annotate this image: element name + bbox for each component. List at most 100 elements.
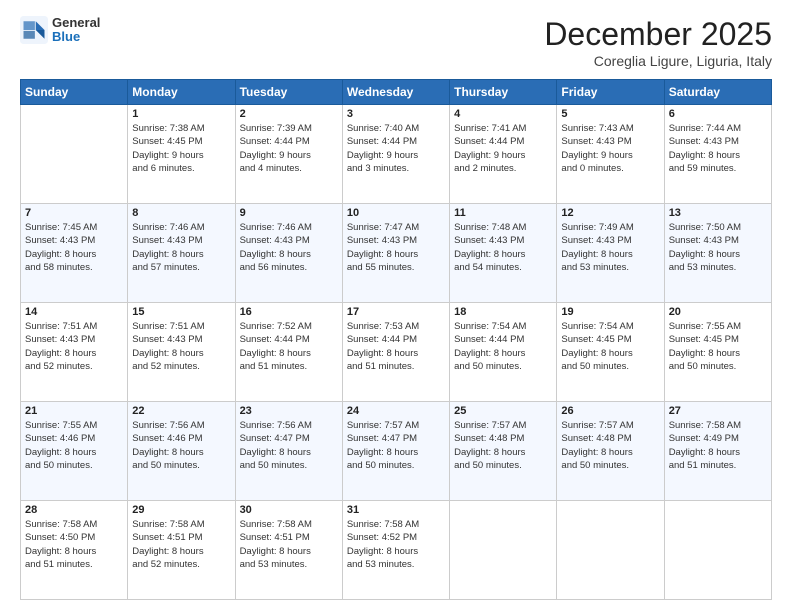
cell-info-line: Daylight: 8 hours <box>347 545 445 558</box>
cell-info-line: and 58 minutes. <box>25 261 123 274</box>
day-number: 26 <box>561 405 659 417</box>
cell-info-line: Sunrise: 7:57 AM <box>347 419 445 432</box>
cell-info-line: and 56 minutes. <box>240 261 338 274</box>
calendar-cell: 26 Sunrise: 7:57 AMSunset: 4:48 PMDayligh… <box>557 402 664 501</box>
cell-info-line: and 50 minutes. <box>132 459 230 472</box>
cell-info-line: Daylight: 8 hours <box>347 446 445 459</box>
cell-info-line: Sunset: 4:45 PM <box>132 135 230 148</box>
cell-info-line: Daylight: 8 hours <box>561 446 659 459</box>
cell-info-line: Sunset: 4:43 PM <box>240 234 338 247</box>
day-number: 3 <box>347 108 445 120</box>
cell-info-line: Sunrise: 7:55 AM <box>25 419 123 432</box>
cell-info-line: Daylight: 8 hours <box>132 545 230 558</box>
cell-info-line: Daylight: 9 hours <box>240 149 338 162</box>
column-header-monday: Monday <box>128 80 235 105</box>
calendar-cell: 19Sunrise: 7:54 AMSunset: 4:45 PMDayligh… <box>557 303 664 402</box>
cell-info-line: Daylight: 8 hours <box>669 446 767 459</box>
cell-info-line: and 53 minutes. <box>669 261 767 274</box>
cell-info-line: Daylight: 8 hours <box>454 446 552 459</box>
calendar-cell: 9Sunrise: 7:46 AMSunset: 4:43 PMDaylight… <box>235 204 342 303</box>
cell-info-line: Sunrise: 7:50 AM <box>669 221 767 234</box>
calendar-cell: 4Sunrise: 7:41 AMSunset: 4:44 PMDaylight… <box>450 105 557 204</box>
cell-info-line: Sunset: 4:52 PM <box>347 531 445 544</box>
day-number: 11 <box>454 207 552 219</box>
cell-info-line: Daylight: 8 hours <box>25 347 123 360</box>
column-header-wednesday: Wednesday <box>342 80 449 105</box>
calendar-cell: 16Sunrise: 7:52 AMSunset: 4:44 PMDayligh… <box>235 303 342 402</box>
cell-info-line: Sunrise: 7:51 AM <box>132 320 230 333</box>
cell-info-line: and 57 minutes. <box>132 261 230 274</box>
cell-info-line: and 55 minutes. <box>347 261 445 274</box>
cell-info-line: Sunrise: 7:48 AM <box>454 221 552 234</box>
cell-info-line: and 6 minutes. <box>132 162 230 175</box>
column-header-friday: Friday <box>557 80 664 105</box>
day-number: 14 <box>25 306 123 318</box>
cell-info-line: Daylight: 8 hours <box>454 248 552 261</box>
cell-info-line: Sunset: 4:43 PM <box>561 135 659 148</box>
cell-info-line: Sunrise: 7:51 AM <box>25 320 123 333</box>
cell-info-line: Daylight: 8 hours <box>454 347 552 360</box>
calendar-cell: 14 Sunrise: 7:51 AMSunset: 4:43 PMDayligh… <box>21 303 128 402</box>
cell-info-line: Sunset: 4:47 PM <box>347 432 445 445</box>
day-number: 29 <box>132 504 230 516</box>
calendar-cell: 12Sunrise: 7:49 AMSunset: 4:43 PMDayligh… <box>557 204 664 303</box>
day-number: 28 <box>25 504 123 516</box>
calendar-cell: 20Sunrise: 7:55 AMSunset: 4:45 PMDayligh… <box>664 303 771 402</box>
cell-info-line: and 51 minutes. <box>25 558 123 571</box>
month-title: December 2025 <box>544 16 772 53</box>
cell-info-line: Sunrise: 7:38 AM <box>132 122 230 135</box>
logo-icon <box>20 16 48 44</box>
day-number: 6 <box>669 108 767 120</box>
day-number: 30 <box>240 504 338 516</box>
cell-info-line: Sunrise: 7:49 AM <box>561 221 659 234</box>
cell-info-line: Sunset: 4:44 PM <box>240 333 338 346</box>
calendar-cell: 23Sunrise: 7:56 AMSunset: 4:47 PMDayligh… <box>235 402 342 501</box>
cell-info-line: Sunrise: 7:57 AM <box>561 419 659 432</box>
cell-info-line: Sunset: 4:48 PM <box>561 432 659 445</box>
cell-info-line: Sunset: 4:43 PM <box>25 234 123 247</box>
cell-info-line: Sunrise: 7:58 AM <box>669 419 767 432</box>
cell-info-line: and 2 minutes. <box>454 162 552 175</box>
cell-info-line: Sunrise: 7:58 AM <box>132 518 230 531</box>
cell-info-line: Sunrise: 7:56 AM <box>132 419 230 432</box>
calendar-cell <box>450 501 557 600</box>
day-number: 19 <box>561 306 659 318</box>
cell-info-line: Sunset: 4:44 PM <box>347 333 445 346</box>
cell-info-line: Sunset: 4:43 PM <box>347 234 445 247</box>
calendar-cell: 11Sunrise: 7:48 AMSunset: 4:43 PMDayligh… <box>450 204 557 303</box>
cell-info-line: and 50 minutes. <box>454 459 552 472</box>
cell-info-line: and 53 minutes. <box>347 558 445 571</box>
calendar-cell: 18Sunrise: 7:54 AMSunset: 4:44 PMDayligh… <box>450 303 557 402</box>
cell-info-line: Sunrise: 7:58 AM <box>240 518 338 531</box>
cell-info-line: Sunset: 4:43 PM <box>132 234 230 247</box>
day-number: 9 <box>240 207 338 219</box>
day-number: 16 <box>240 306 338 318</box>
calendar-cell: 25Sunrise: 7:57 AMSunset: 4:48 PMDayligh… <box>450 402 557 501</box>
cell-info-line: Sunrise: 7:43 AM <box>561 122 659 135</box>
cell-info-line: Daylight: 8 hours <box>240 446 338 459</box>
column-header-saturday: Saturday <box>664 80 771 105</box>
cell-info-line: Daylight: 9 hours <box>132 149 230 162</box>
cell-info-line: and 3 minutes. <box>347 162 445 175</box>
calendar-cell: 29Sunrise: 7:58 AMSunset: 4:51 PMDayligh… <box>128 501 235 600</box>
day-number: 27 <box>669 405 767 417</box>
calendar-cell: 3Sunrise: 7:40 AMSunset: 4:44 PMDaylight… <box>342 105 449 204</box>
calendar-cell: 24Sunrise: 7:57 AMSunset: 4:47 PMDayligh… <box>342 402 449 501</box>
cell-info-line: and 0 minutes. <box>561 162 659 175</box>
cell-info-line: and 51 minutes. <box>240 360 338 373</box>
day-number: 10 <box>347 207 445 219</box>
day-number: 12 <box>561 207 659 219</box>
cell-info-line: and 51 minutes. <box>669 459 767 472</box>
day-number: 2 <box>240 108 338 120</box>
cell-info-line: Sunset: 4:43 PM <box>25 333 123 346</box>
day-number: 5 <box>561 108 659 120</box>
cell-info-line: Daylight: 8 hours <box>132 248 230 261</box>
cell-info-line: Sunset: 4:43 PM <box>669 135 767 148</box>
cell-info-line: and 50 minutes. <box>669 360 767 373</box>
cell-info-line: Sunset: 4:45 PM <box>669 333 767 346</box>
cell-info-line: Daylight: 8 hours <box>240 248 338 261</box>
header: General Blue December 2025 Coreglia Ligu… <box>20 16 772 69</box>
cell-info-line: Sunrise: 7:55 AM <box>669 320 767 333</box>
calendar-week-row: 14Sunrise: 7:51 AMSunset: 4:43 PMDayligh… <box>21 303 772 402</box>
cell-info-line: Sunset: 4:50 PM <box>25 531 123 544</box>
